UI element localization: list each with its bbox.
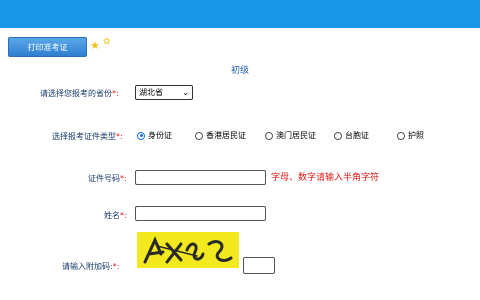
radio-indicator xyxy=(334,131,342,140)
province-label: 请选择您报考的省份*: xyxy=(40,89,119,98)
id-number-input[interactable] xyxy=(135,170,266,185)
radio-taiwan-compatriot[interactable]: 台胞证 xyxy=(334,130,369,141)
radio-indicator xyxy=(265,131,273,140)
radio-macau-resident[interactable]: 澳门居民证 xyxy=(265,130,316,141)
page-title: 初级 xyxy=(230,66,249,76)
name-label: 姓名*: xyxy=(104,211,127,220)
star-icon: ★ xyxy=(90,39,100,52)
captcha-image[interactable] xyxy=(137,232,239,268)
chevron-down-icon: ⌄ xyxy=(182,88,189,97)
print-admission-ticket-button[interactable]: 打印准考证 xyxy=(8,37,87,57)
province-select[interactable]: 湖北省 ⌄ xyxy=(135,85,193,100)
id-number-hint: 字母、数字请输入半角字符 xyxy=(271,173,380,183)
radio-passport[interactable]: 护照 xyxy=(397,130,424,141)
captcha-input[interactable] xyxy=(243,257,275,274)
radio-id-card[interactable]: 身份证 xyxy=(137,130,172,141)
id-number-label: 证件号码*: xyxy=(88,174,127,183)
name-input[interactable] xyxy=(135,206,266,221)
captcha-label: 请输入附加码:*: xyxy=(62,262,120,271)
province-selected-value: 湖北省 xyxy=(139,88,163,97)
radio-indicator xyxy=(137,131,145,140)
top-bar xyxy=(0,0,480,28)
radio-hk-resident[interactable]: 香港居民证 xyxy=(195,130,246,141)
id-type-label: 选择报考证件类型*: xyxy=(52,132,123,141)
radio-indicator xyxy=(195,131,203,140)
radio-indicator xyxy=(397,131,405,140)
star-icon: ✿ xyxy=(103,37,111,47)
